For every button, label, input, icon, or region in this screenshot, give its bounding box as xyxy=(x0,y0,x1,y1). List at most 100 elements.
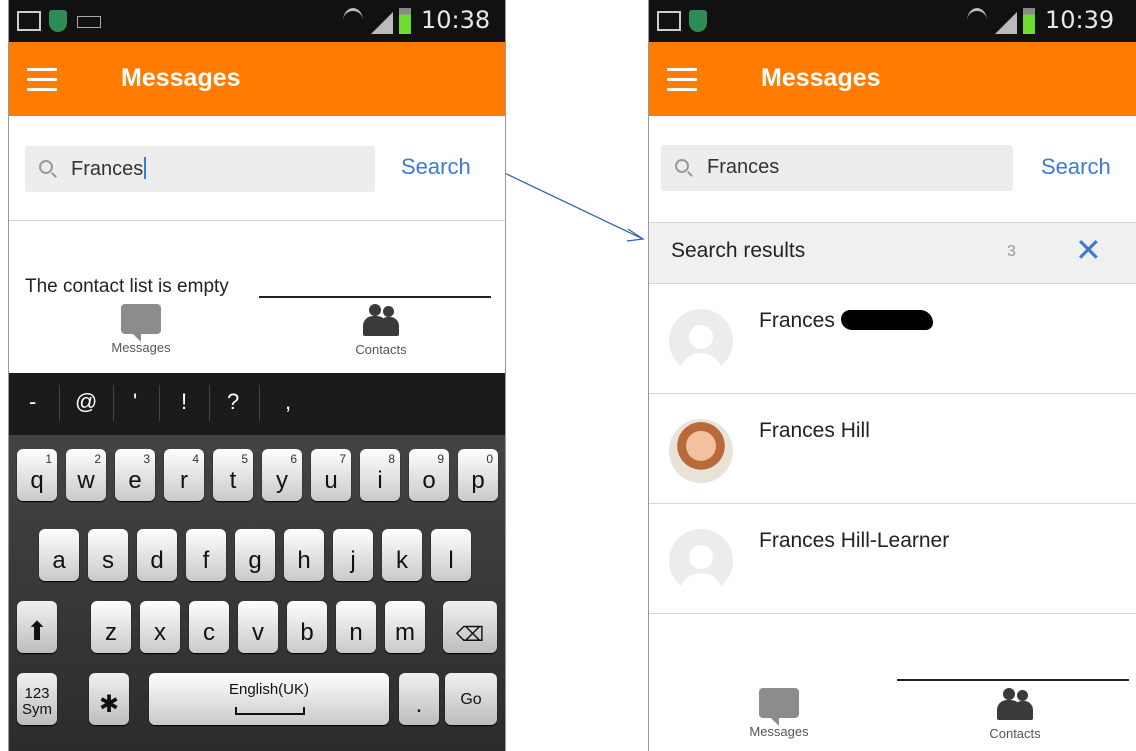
avatar-photo xyxy=(669,419,733,483)
backspace-key[interactable]: ⌫ xyxy=(443,601,497,653)
period-key[interactable]: . xyxy=(399,673,439,725)
backspace-icon: ⌫ xyxy=(455,624,485,646)
key-k[interactable]: k xyxy=(382,529,422,581)
key-o[interactable]: 9o xyxy=(409,449,449,501)
search-value: Frances xyxy=(71,158,144,180)
results-count: 3 xyxy=(1007,243,1016,260)
battery-icon xyxy=(1023,8,1035,34)
key-j[interactable]: j xyxy=(333,529,373,581)
nav-tab-messages[interactable]: Messages xyxy=(61,304,221,355)
contacts-icon xyxy=(361,302,401,336)
key-t[interactable]: 5t xyxy=(213,449,253,501)
space-key[interactable]: English(UK) xyxy=(149,673,389,725)
signal-icon xyxy=(995,12,1017,34)
gear-icon: ✱ xyxy=(98,691,120,718)
key-d[interactable]: d xyxy=(137,529,177,581)
key-q[interactable]: 1q xyxy=(17,449,57,501)
app-bar: Messages xyxy=(9,42,505,116)
chat-bubble-icon xyxy=(759,688,799,726)
shift-key[interactable]: ⬆ xyxy=(17,601,57,653)
shield-icon xyxy=(49,10,67,32)
key-i[interactable]: 8i xyxy=(360,449,400,501)
app-title: Messages xyxy=(761,64,881,92)
key-y[interactable]: 6y xyxy=(262,449,302,501)
contact-result-row[interactable]: Frances Hill-Learner xyxy=(649,503,1136,614)
search-input[interactable]: Frances xyxy=(25,146,375,192)
key-g[interactable]: g xyxy=(235,529,275,581)
nav-tab-contacts[interactable]: Contacts xyxy=(301,302,461,357)
status-bar: 10:39 xyxy=(649,0,1136,42)
symbol-key[interactable]: - xyxy=(29,389,36,415)
key-s[interactable]: s xyxy=(88,529,128,581)
contact-name: Frances xyxy=(759,309,933,333)
go-key[interactable]: Go xyxy=(445,673,497,725)
key-p[interactable]: 0p xyxy=(458,449,498,501)
keyboard-icon xyxy=(77,16,101,28)
nav-label: Messages xyxy=(749,724,809,739)
menu-icon[interactable] xyxy=(667,68,697,91)
key-a[interactable]: a xyxy=(39,529,79,581)
results-title: Search results xyxy=(671,239,806,262)
symbol-key[interactable]: ! xyxy=(181,389,187,415)
gallery-icon xyxy=(17,11,41,31)
key-n[interactable]: n xyxy=(336,601,376,653)
symbol-key[interactable]: , xyxy=(285,389,291,415)
key-f[interactable]: f xyxy=(186,529,226,581)
symbol-key[interactable]: ? xyxy=(227,389,239,415)
search-button[interactable]: Search xyxy=(401,154,471,180)
nav-label: Messages xyxy=(111,340,171,355)
settings-key[interactable]: ✱ xyxy=(89,673,129,725)
search-button[interactable]: Search xyxy=(1041,154,1111,180)
search-icon xyxy=(39,160,53,174)
divider xyxy=(9,220,505,221)
key-z[interactable]: z xyxy=(91,601,131,653)
shield-icon xyxy=(689,10,707,32)
active-tab-indicator xyxy=(259,296,491,298)
contact-name: Frances Hill-Learner xyxy=(759,529,950,552)
key-l[interactable]: l xyxy=(431,529,471,581)
shift-arrow-icon: ⬆ xyxy=(26,616,48,646)
gallery-icon xyxy=(657,11,681,31)
wifi-icon xyxy=(343,8,363,33)
key-m[interactable]: m xyxy=(385,601,425,653)
search-value: Frances xyxy=(707,156,780,178)
contact-result-row[interactable]: Frances Hill xyxy=(649,393,1136,504)
phone-screen-left: 10:38 Messages Frances Search The contac… xyxy=(8,0,506,751)
key-r[interactable]: 4r xyxy=(164,449,204,501)
wifi-icon xyxy=(967,8,987,33)
key-e[interactable]: 3e xyxy=(115,449,155,501)
key-w[interactable]: 2w xyxy=(66,449,106,501)
status-bar: 10:38 xyxy=(9,0,505,42)
contact-result-row[interactable]: Frances xyxy=(649,283,1136,394)
sym-key[interactable]: 123 Sym xyxy=(17,673,57,725)
active-tab-indicator xyxy=(897,679,1129,681)
chat-bubble-icon xyxy=(121,304,161,342)
space-bar-icon xyxy=(235,707,305,715)
key-h[interactable]: h xyxy=(284,529,324,581)
key-u[interactable]: 7u xyxy=(311,449,351,501)
search-icon xyxy=(675,159,689,173)
status-time: 10:38 xyxy=(421,6,491,34)
symbol-key[interactable]: @ xyxy=(75,389,97,415)
app-bar: Messages xyxy=(649,42,1136,116)
avatar-placeholder xyxy=(669,309,733,373)
signal-icon xyxy=(371,12,393,34)
close-icon[interactable]: ✕ xyxy=(1075,231,1102,269)
contact-name: Frances Hill xyxy=(759,419,870,442)
menu-icon[interactable] xyxy=(27,68,57,91)
redaction-mark xyxy=(840,310,933,330)
search-results-header: Search results 3 ✕ xyxy=(649,222,1136,284)
symbol-key[interactable]: ' xyxy=(133,389,137,415)
key-b[interactable]: b xyxy=(287,601,327,653)
search-input[interactable]: Frances xyxy=(661,145,1013,191)
nav-tab-contacts[interactable]: Contacts xyxy=(935,686,1095,741)
nav-label: Contacts xyxy=(355,342,407,357)
phone-screen-right: 10:39 Messages Frances Search Search res… xyxy=(648,0,1136,751)
keyboard-symbol-bar: - @ ' ! ? , xyxy=(9,373,505,435)
key-c[interactable]: c xyxy=(189,601,229,653)
nav-tab-messages[interactable]: Messages xyxy=(699,688,859,739)
text-cursor xyxy=(144,157,147,179)
key-v[interactable]: v xyxy=(238,601,278,653)
avatar-placeholder xyxy=(669,529,733,593)
key-x[interactable]: x xyxy=(140,601,180,653)
